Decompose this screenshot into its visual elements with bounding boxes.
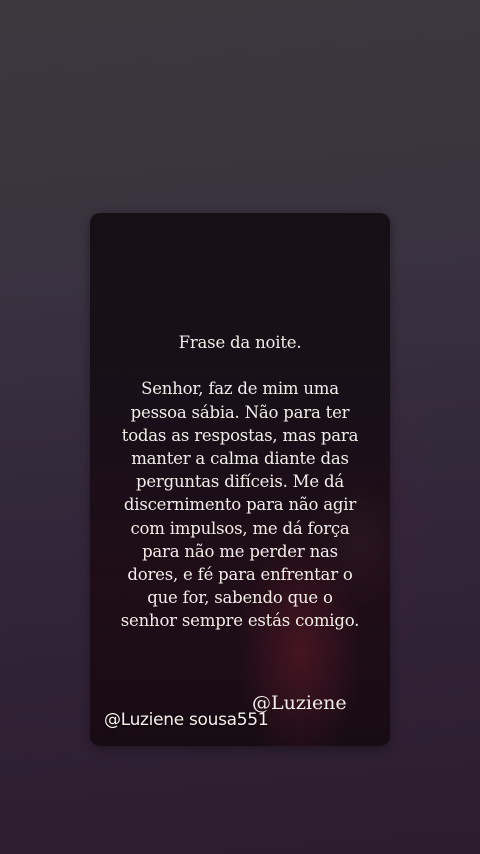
quote-line: senhor sempre estás comigo. (120, 611, 360, 631)
quote-line: manter a calma diante das (131, 449, 349, 468)
quote-line: para não me perder nas (142, 541, 338, 561)
quote-line: dores, e fé para enfrentar o (127, 565, 353, 585)
quote-line: todas as respostas, mas para (121, 425, 359, 445)
watermark-username: @Luziene sousa551 (104, 710, 269, 730)
quote-line: discernimento para não agir (123, 495, 357, 515)
quote-line: que for, sabendo que o (147, 588, 333, 608)
quote-card: Frase da noite. Senhor, faz de mim uma p… (90, 213, 390, 746)
quote-text: Frase da noite. Senhor, faz de mim uma p… (106, 331, 374, 633)
quote-line: com impulsos, me dá força (130, 518, 350, 538)
quote-line: pessoa sábia. Não para ter (130, 402, 350, 422)
quote-line: perguntas difíceis. Me dá (136, 472, 344, 492)
quote-line: Senhor, faz de mim uma (141, 379, 339, 399)
quote-title: Frase da noite. (178, 333, 302, 352)
